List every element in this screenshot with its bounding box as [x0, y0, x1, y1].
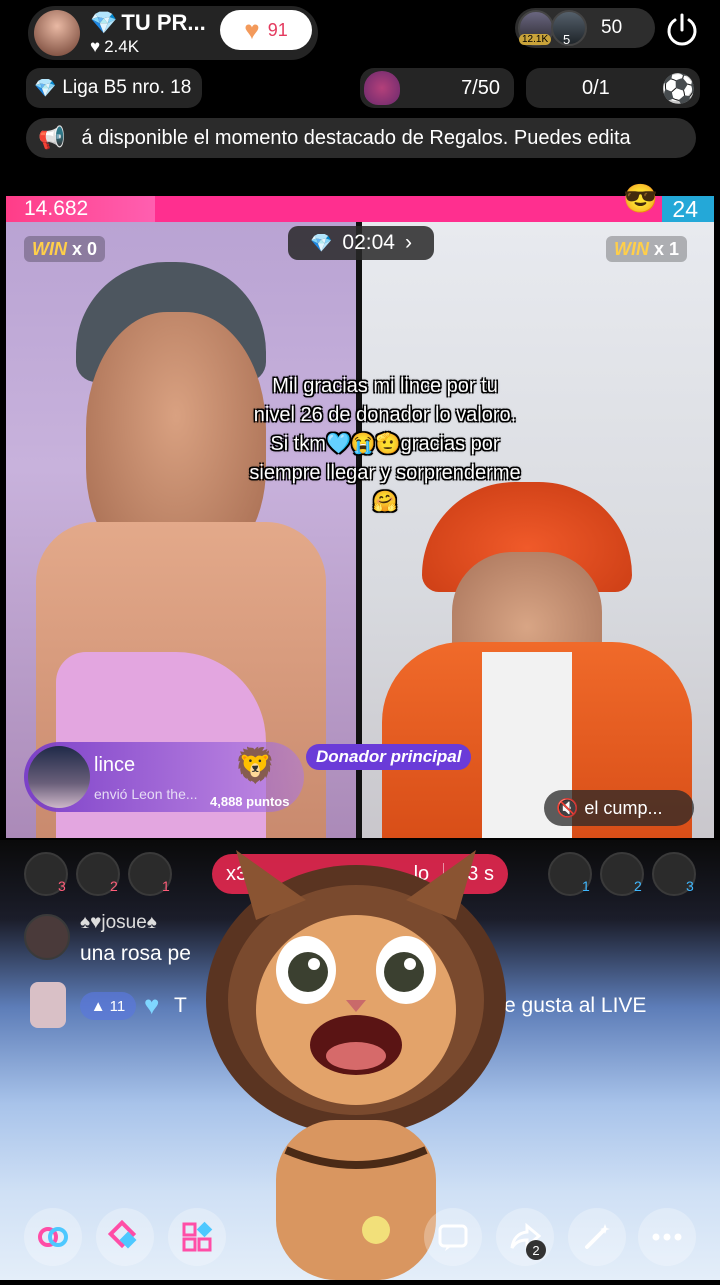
megaphone-icon: 📢 [38, 125, 66, 150]
gifter-avatar[interactable] [28, 746, 90, 808]
rank-number: 2 [634, 878, 642, 894]
match-progress: 0/1 [582, 76, 610, 99]
host-avatar[interactable] [34, 10, 80, 56]
follow-count: 91 [267, 19, 288, 40]
gift-detail: envió Leon the... [94, 786, 198, 802]
battle-score-bar: 14.682 24 😎 [6, 183, 714, 222]
caption-line: Si tkm🩵😭🫡gracias por [270, 433, 500, 455]
right-score: 24 [672, 196, 698, 222]
league-pill[interactable]: 💎 Liga B5 nro. 18 [26, 68, 202, 108]
right-win-counter: WIN x 1 [606, 236, 688, 262]
battle-icon[interactable] [96, 1208, 154, 1266]
win-count: x 0 [72, 238, 98, 259]
sunglasses-emoji-icon: 😎 [623, 183, 658, 214]
rank-number: 3 [686, 878, 694, 894]
rank-number: 3 [58, 878, 66, 894]
gift-notification[interactable]: lince envió Leon the... 🦁 4,888 puntos [24, 742, 304, 812]
chevron-right-icon: › [404, 231, 412, 254]
diamond-icon: 💎 [34, 77, 57, 98]
power-icon[interactable] [662, 10, 702, 50]
timer-value: 02:04 [342, 231, 395, 254]
muted-audio-pill[interactable]: 🔇 el cump... [544, 790, 694, 826]
chat-username[interactable]: ♠♥josue♠ [80, 912, 157, 934]
share-icon[interactable]: 2 [496, 1208, 554, 1266]
heart-icon: ♥ [144, 990, 160, 1020]
apps-grid-icon[interactable] [168, 1208, 226, 1266]
diamond-icon: 💎 [310, 232, 333, 253]
gift-points: 4,888 puntos [210, 794, 290, 809]
rank-number: 1 [162, 878, 170, 894]
win-label: WIN [614, 238, 649, 259]
more-options-icon[interactable] [638, 1208, 696, 1266]
caption-line: Mil gracias mi lince por tu [272, 375, 498, 397]
speaker-muted-icon: 🔇 [556, 797, 579, 818]
rank-number: 2 [110, 878, 118, 894]
viewer-count: 50 [601, 17, 623, 38]
share-count: 2 [526, 1240, 546, 1260]
follow-button[interactable]: ♥ 91 [220, 10, 312, 50]
chat-username[interactable]: T [174, 994, 187, 1018]
league-label: Liga B5 nro. 18 [62, 77, 192, 98]
chat-bubble-icon[interactable] [424, 1208, 482, 1266]
link-icon[interactable] [24, 1208, 82, 1266]
muted-label: el cump... [584, 797, 663, 818]
level-badge: ▲ 11 [80, 992, 136, 1020]
viewer-badge: 5 [563, 32, 571, 47]
chat-avatar[interactable] [30, 982, 66, 1028]
viewer-list[interactable]: 12.1K 5 50 [515, 8, 655, 48]
left-score: 14.682 [24, 197, 89, 220]
viewer-badge: 12.1K [519, 34, 552, 45]
win-label: WIN [32, 238, 67, 259]
heart-icon: ♥ [90, 37, 101, 56]
host-likes: 2.4K [104, 37, 140, 56]
heart-icon: ♥ [244, 14, 260, 45]
highlight-banner[interactable]: 📢 á disponible el momento destacado de R… [26, 118, 696, 158]
banner-text: á disponible el momento destacado de Reg… [81, 126, 631, 149]
rank-pill[interactable]: 7/50 [360, 68, 514, 108]
rank-progress: 7/50 [461, 76, 500, 99]
caption-line: siempre llegar y sorprenderme [249, 462, 521, 484]
host-name: TU PR... [121, 10, 206, 35]
match-pill[interactable]: 0/1 ⚽ [526, 68, 700, 108]
chat-message: e gusta al LIVE [504, 994, 647, 1017]
triangle-icon: ▲ [90, 997, 106, 1015]
diamond-icon: 💎 [90, 10, 118, 35]
top-donor-badge: Donador principal [306, 744, 472, 770]
soccer-ball-icon: ⚽ [661, 72, 696, 104]
caption-line: 🤗 [372, 491, 398, 513]
left-win-counter: WIN x 0 [24, 236, 106, 262]
chat-avatar[interactable] [24, 914, 70, 960]
chat-message: una rosa pe [80, 942, 191, 965]
caption-line: nivel 26 de donador lo valoro. [253, 404, 517, 426]
lion-gift-icon: 🦁 [234, 747, 277, 785]
magic-wand-icon[interactable] [568, 1208, 626, 1266]
gifter-name: lince [94, 754, 136, 776]
rank-number: 1 [582, 878, 590, 894]
win-count: x 1 [654, 238, 680, 259]
battle-timer[interactable]: 💎 02:04 › [288, 226, 434, 260]
heart-avatar-icon [364, 71, 400, 105]
level-number: 11 [109, 997, 126, 1015]
video-caption: Mil gracias mi lince por tu nivel 26 de … [140, 372, 630, 517]
